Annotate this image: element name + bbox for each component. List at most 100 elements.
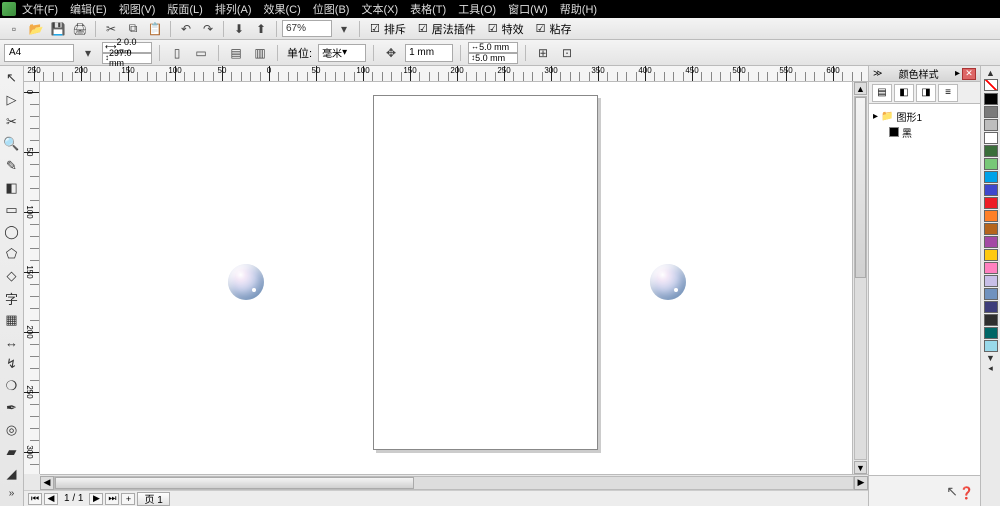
docker-menu-icon[interactable]: ▸ xyxy=(955,68,960,80)
palette-swatch[interactable] xyxy=(984,249,998,261)
palette-swatch[interactable] xyxy=(984,132,998,144)
help-hint-icon[interactable]: ❓ xyxy=(959,486,974,500)
page-height-input[interactable]: ↕ 297.0 mm xyxy=(102,53,152,64)
export-icon[interactable]: ⬆ xyxy=(251,20,271,38)
palette-swatch[interactable] xyxy=(984,106,998,118)
copy-icon[interactable]: ⧉ xyxy=(123,20,143,38)
eyedropper-tool-icon[interactable]: ✒ xyxy=(2,398,22,418)
page-next-icon[interactable]: ▶ xyxy=(89,493,103,505)
palette-swatch[interactable] xyxy=(984,197,998,209)
palette-swatch[interactable] xyxy=(984,275,998,287)
options2-icon[interactable]: ⊡ xyxy=(557,44,577,62)
outline-tool-icon[interactable]: ◎ xyxy=(2,420,22,440)
tree-item[interactable]: 黑 xyxy=(873,124,976,140)
drawing-canvas[interactable] xyxy=(40,82,868,474)
snap-opt-3[interactable]: ☑特效 xyxy=(483,18,529,40)
toolbox-expand-icon[interactable]: » xyxy=(2,486,22,500)
palette-swatch[interactable] xyxy=(984,314,998,326)
palette-swatch[interactable] xyxy=(984,262,998,274)
options-icon[interactable]: ⊞ xyxy=(533,44,553,62)
fill-tool-icon[interactable]: ▰ xyxy=(2,442,22,462)
palette-swatch[interactable] xyxy=(984,236,998,248)
vscroll-down-icon[interactable]: ▼ xyxy=(854,461,867,474)
units-combo[interactable]: 毫米 ▾ xyxy=(318,44,366,62)
palette-swatch[interactable] xyxy=(984,210,998,222)
undo-icon[interactable]: ↶ xyxy=(176,20,196,38)
menu-tools[interactable]: 工具(O) xyxy=(454,1,500,17)
vertical-scrollbar[interactable]: ▲ ▼ xyxy=(852,82,868,474)
zoom-tool-icon[interactable]: 🔍 xyxy=(2,134,22,154)
menu-edit[interactable]: 编辑(E) xyxy=(66,1,111,17)
snap-opt-2[interactable]: ☑居法插件 xyxy=(413,18,481,40)
folder-collapse-icon[interactable]: ▸ xyxy=(873,111,878,122)
connector-tool-icon[interactable]: ↯ xyxy=(2,354,22,374)
page-tab[interactable]: 页 1 xyxy=(137,492,169,506)
polygon-tool-icon[interactable]: ⬠ xyxy=(2,244,22,264)
palette-swatch[interactable] xyxy=(984,119,998,131)
palette-no-color[interactable] xyxy=(984,79,998,91)
vscroll-thumb[interactable] xyxy=(855,97,866,278)
freehand-tool-icon[interactable]: ✎ xyxy=(2,156,22,176)
menu-view[interactable]: 视图(V) xyxy=(115,1,160,17)
palette-swatch[interactable] xyxy=(984,158,998,170)
docker-btn-2-icon[interactable]: ◧ xyxy=(894,84,914,102)
bubble-object-left[interactable] xyxy=(228,264,264,300)
palette-swatch[interactable] xyxy=(984,93,998,105)
print-icon[interactable]: 🖨 xyxy=(70,20,90,38)
menu-effects[interactable]: 效果(C) xyxy=(260,1,305,17)
docker-btn-4-icon[interactable]: ≡ xyxy=(938,84,958,102)
page-first-icon[interactable]: ⏮ xyxy=(28,493,42,505)
menu-help[interactable]: 帮助(H) xyxy=(556,1,601,17)
landscape-icon[interactable]: ▭ xyxy=(191,44,211,62)
bubble-object-right[interactable] xyxy=(650,264,686,300)
palette-swatch[interactable] xyxy=(984,301,998,313)
vscroll-up-icon[interactable]: ▲ xyxy=(854,82,867,95)
palette-swatch[interactable] xyxy=(984,223,998,235)
dup-offset-x-input[interactable]: ↔ 5.0 mm xyxy=(468,42,518,53)
palette-swatch[interactable] xyxy=(984,327,998,339)
pick-tool-icon[interactable]: ↖ xyxy=(2,68,22,88)
redo-icon[interactable]: ↷ xyxy=(198,20,218,38)
zoom-level-input[interactable]: 67% xyxy=(282,20,332,37)
palette-swatch[interactable] xyxy=(984,171,998,183)
palette-swatch[interactable] xyxy=(984,184,998,196)
page-preset-combo[interactable]: A4 xyxy=(4,44,74,62)
hscroll-thumb[interactable] xyxy=(55,477,414,489)
basic-shapes-tool-icon[interactable]: ◇ xyxy=(2,266,22,286)
open-icon[interactable]: 📂 xyxy=(26,20,46,38)
nudge-input[interactable]: 1 mm xyxy=(405,44,453,62)
zoom-dropdown-icon[interactable]: ▾ xyxy=(334,20,354,38)
dimension-tool-icon[interactable]: ↔ xyxy=(2,332,22,352)
cut-icon[interactable]: ✂ xyxy=(101,20,121,38)
current-page-icon[interactable]: ▥ xyxy=(250,44,270,62)
ruler-horizontal[interactable]: 2502001501005005010015020025030035040045… xyxy=(24,66,868,82)
ellipse-tool-icon[interactable]: ◯ xyxy=(2,222,22,242)
new-icon[interactable]: ▫ xyxy=(4,20,24,38)
palette-down-icon[interactable]: ▼ xyxy=(986,353,995,363)
snap-opt-1[interactable]: ☑排斥 xyxy=(365,18,411,40)
palette-swatch[interactable] xyxy=(984,340,998,352)
menu-file[interactable]: 文件(F) xyxy=(18,1,62,17)
all-pages-icon[interactable]: ▤ xyxy=(226,44,246,62)
page-last-icon[interactable]: ⏭ xyxy=(105,493,119,505)
palette-swatch[interactable] xyxy=(984,288,998,300)
docker-close-icon[interactable]: ✕ xyxy=(962,68,976,80)
menu-layout[interactable]: 版面(L) xyxy=(163,1,206,17)
paste-icon[interactable]: 📋 xyxy=(145,20,165,38)
menu-window[interactable]: 窗口(W) xyxy=(504,1,552,17)
page-preset-dropdown-icon[interactable]: ▾ xyxy=(78,44,98,62)
blend-tool-icon[interactable]: ❍ xyxy=(2,376,22,396)
crop-tool-icon[interactable]: ✂ xyxy=(2,112,22,132)
table-tool-icon[interactable]: ▦ xyxy=(2,310,22,330)
menu-arrange[interactable]: 排列(A) xyxy=(211,1,256,17)
menu-table[interactable]: 表格(T) xyxy=(406,1,450,17)
ruler-vertical[interactable]: 050100150200250300 xyxy=(24,82,40,474)
shape-tool-icon[interactable]: ▷ xyxy=(2,90,22,110)
portrait-icon[interactable]: ▯ xyxy=(167,44,187,62)
palette-up-icon[interactable]: ▲ xyxy=(986,68,995,78)
rectangle-tool-icon[interactable]: ▭ xyxy=(2,200,22,220)
menu-bitmap[interactable]: 位图(B) xyxy=(309,1,354,17)
smart-fill-tool-icon[interactable]: ◧ xyxy=(2,178,22,198)
snap-opt-4[interactable]: ☑粘存 xyxy=(531,18,577,40)
interactive-fill-tool-icon[interactable]: ◢ xyxy=(2,464,22,484)
